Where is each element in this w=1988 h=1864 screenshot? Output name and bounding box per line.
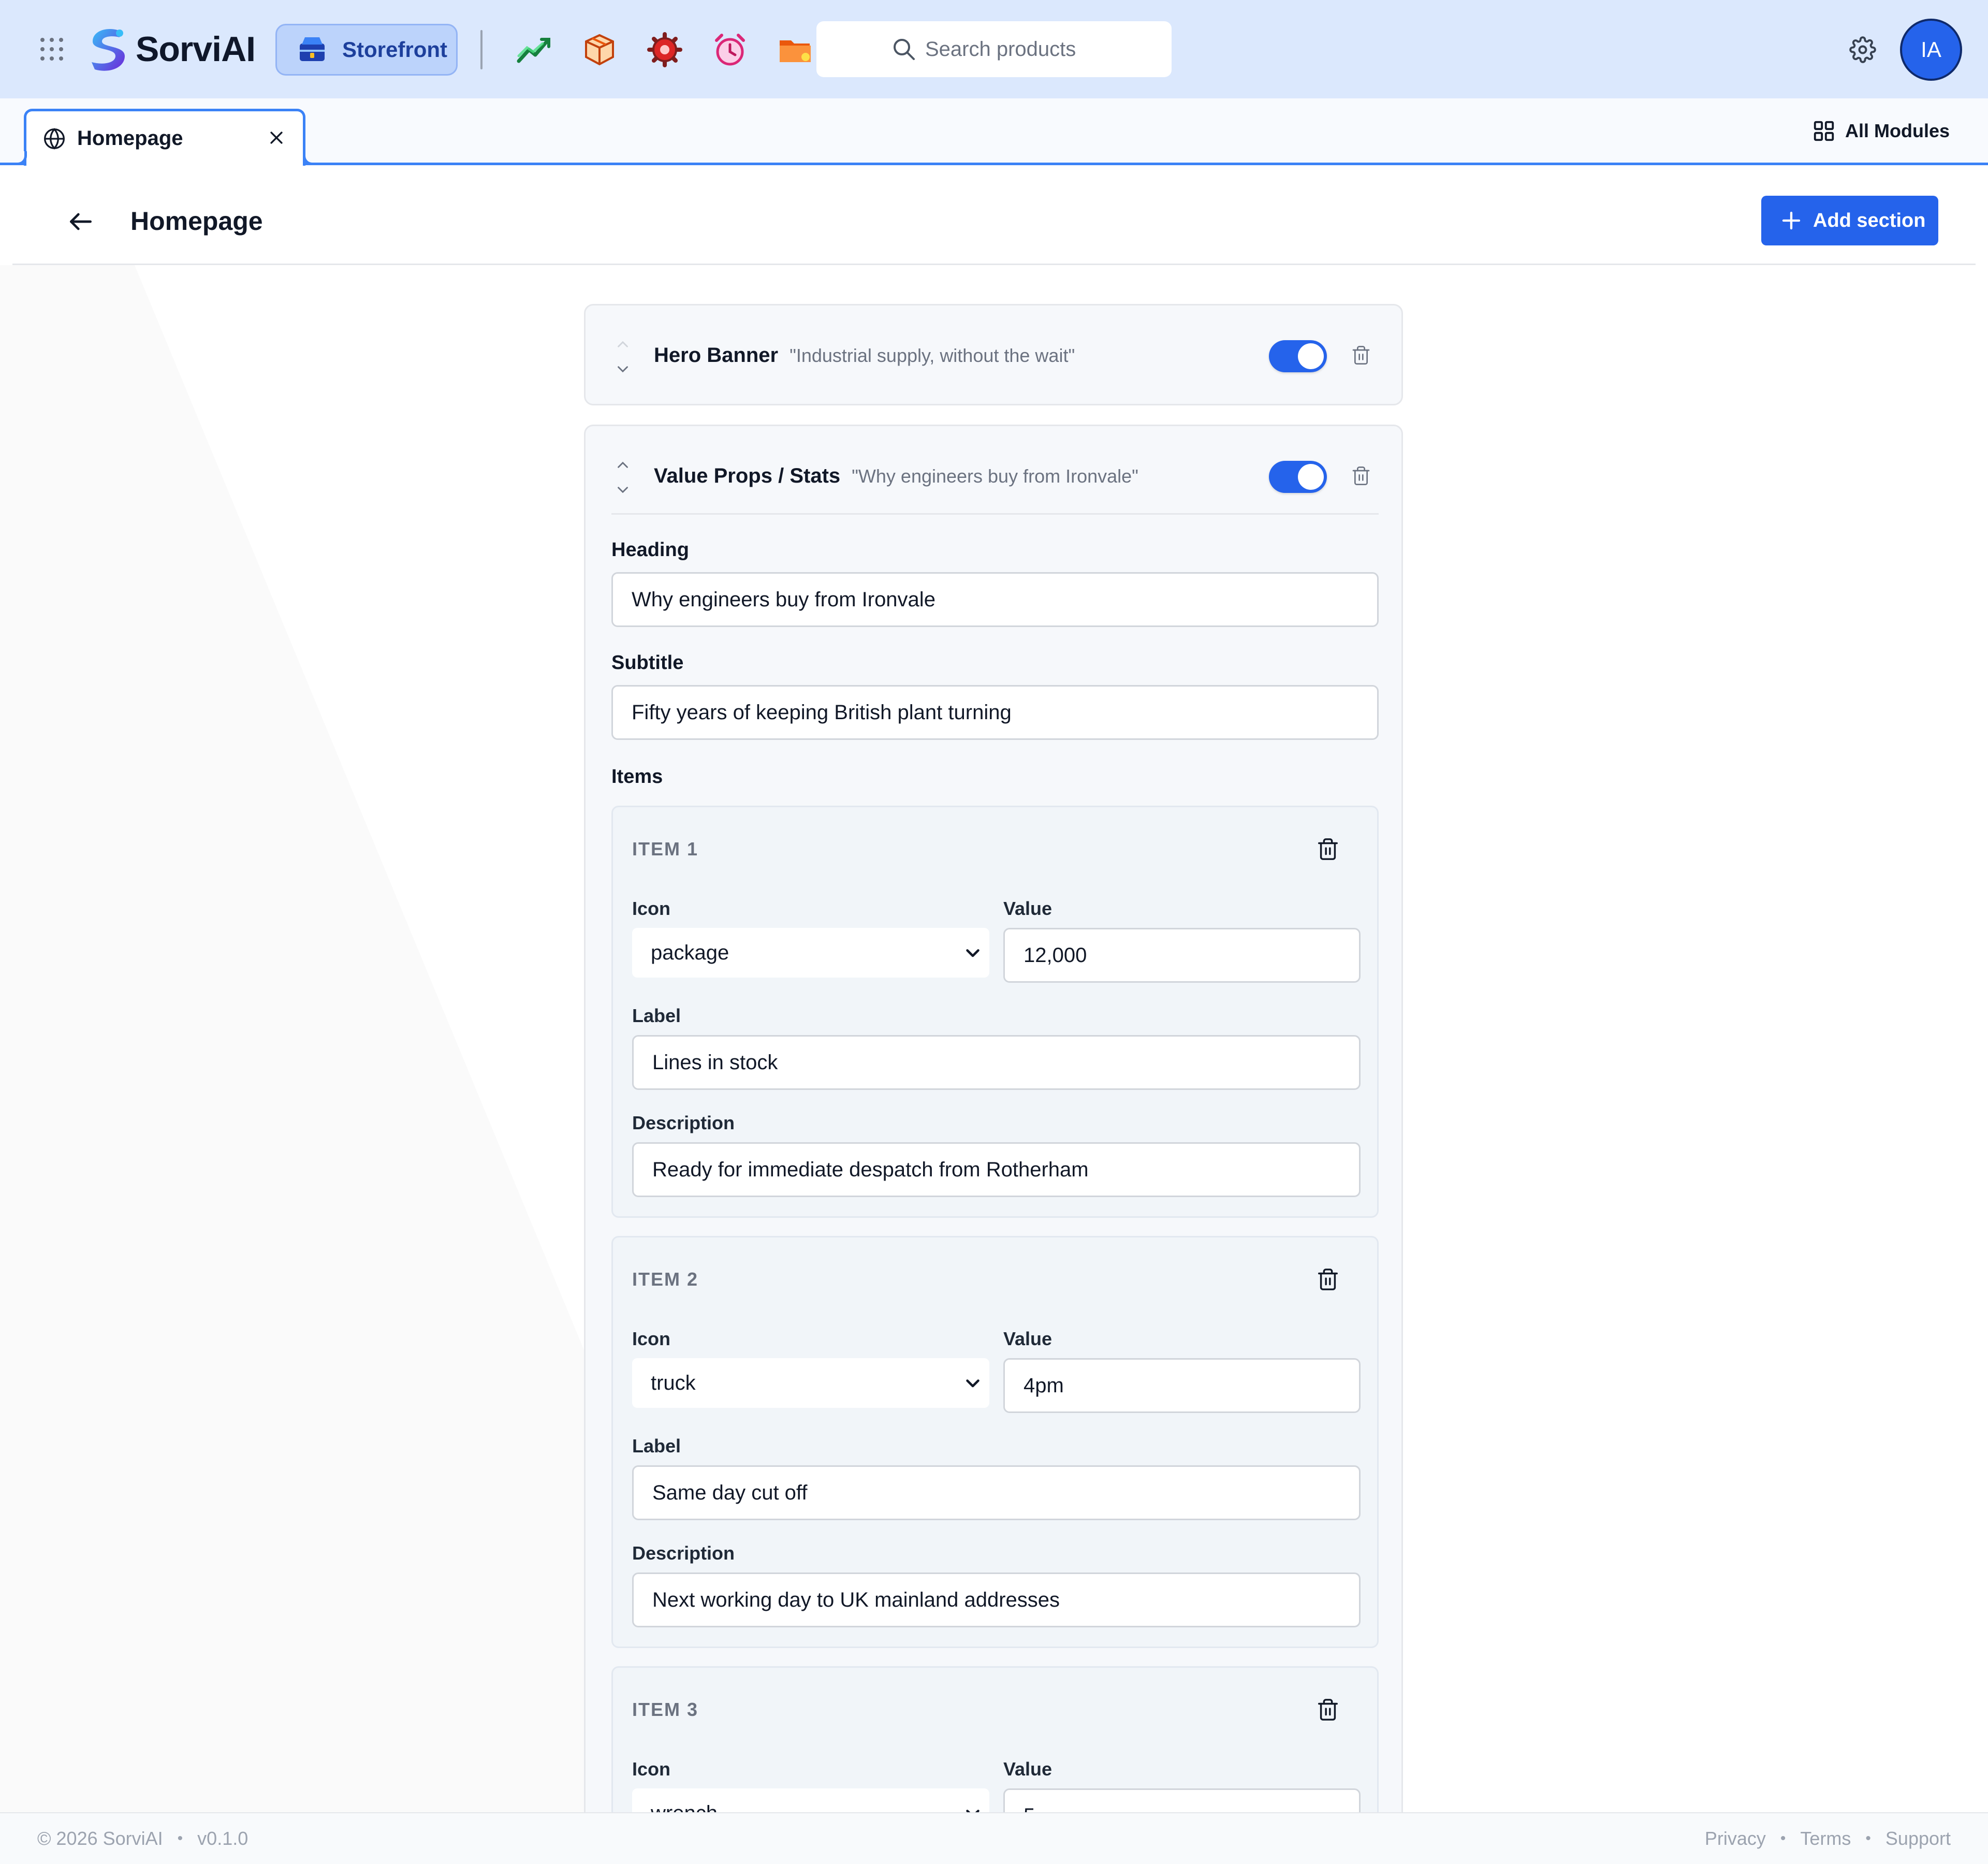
back-arrow-icon[interactable] — [66, 207, 95, 236]
move-down-icon[interactable] — [614, 360, 632, 378]
subtitle-input[interactable] — [611, 685, 1379, 740]
copyright-text: © 2026 SorviAI — [37, 1828, 163, 1849]
close-icon[interactable] — [268, 129, 285, 147]
all-modules-button[interactable]: All Modules — [1812, 119, 1950, 143]
label-input[interactable] — [632, 1035, 1361, 1090]
icon-select[interactable]: truck — [632, 1358, 989, 1408]
globe-icon — [44, 127, 65, 150]
item-title: ITEM 2 — [632, 1269, 699, 1290]
user-avatar[interactable]: IA — [1900, 19, 1962, 81]
tab-corner-left — [0, 151, 27, 165]
move-up-icon[interactable] — [614, 336, 632, 353]
description-input[interactable] — [632, 1572, 1361, 1627]
description-input[interactable] — [632, 1142, 1361, 1197]
item-card: ITEM 2 Icon Value truck Label Descriptio… — [611, 1236, 1379, 1648]
background-decoration — [0, 265, 585, 1818]
description-label: Description — [632, 1542, 735, 1564]
section-title[interactable]: Value Props / Stats "Why engineers buy fr… — [654, 464, 1138, 488]
analytics-icon[interactable] — [516, 31, 553, 68]
icon-label: Icon — [632, 898, 671, 919]
value-label: Value — [1003, 898, 1053, 919]
support-link[interactable]: Support — [1885, 1828, 1951, 1850]
icon-select-value: truck — [651, 1371, 696, 1394]
footer: © 2026 SorviAI • v0.1.0 Privacy • Terms … — [0, 1812, 1988, 1864]
search-icon — [894, 39, 915, 60]
value-input[interactable] — [1003, 928, 1361, 983]
page-title: Homepage — [130, 207, 263, 236]
package-icon[interactable] — [581, 31, 618, 68]
subtitle-label: Subtitle — [611, 652, 684, 674]
section-title[interactable]: Hero Banner "Industrial supply, without t… — [654, 344, 1075, 367]
icon-label: Icon — [632, 1328, 671, 1349]
icon-label: Icon — [632, 1758, 671, 1780]
storefront-icon — [300, 37, 325, 61]
folder-icon[interactable] — [777, 31, 814, 68]
heading-label: Heading — [611, 539, 689, 561]
section-name: Hero Banner — [654, 344, 779, 367]
item-title: ITEM 1 — [632, 838, 699, 860]
value-label: Value — [1003, 1758, 1053, 1780]
label-label: Label — [632, 1005, 681, 1026]
footer-links: Privacy • Terms • Support — [1705, 1828, 1951, 1850]
trash-icon[interactable] — [1351, 465, 1371, 486]
icon-select[interactable]: package — [632, 928, 989, 978]
label-label: Label — [632, 1435, 681, 1457]
tab-label: Homepage — [77, 127, 183, 150]
section-card-value-props: Value Props / Stats "Why engineers buy fr… — [584, 425, 1403, 1864]
chevron-down-icon — [966, 949, 980, 957]
item-title: ITEM 3 — [632, 1699, 699, 1720]
section-name: Value Props / Stats — [654, 464, 841, 487]
brand-name: SorviAI — [136, 30, 256, 69]
toolbar-divider — [480, 30, 483, 69]
privacy-link[interactable]: Privacy — [1705, 1828, 1766, 1850]
grid-icon — [1814, 121, 1834, 141]
settings-gear-icon[interactable] — [1849, 36, 1876, 63]
brand-logo[interactable]: SorviAI — [85, 26, 256, 72]
description-label: Description — [632, 1112, 735, 1133]
logo-icon — [92, 29, 125, 71]
trash-icon[interactable] — [1316, 837, 1340, 861]
storefront-module-button[interactable]: Storefront — [275, 24, 458, 76]
version-text: v0.1.0 — [197, 1828, 248, 1849]
value-input[interactable] — [1003, 1358, 1361, 1413]
header-divider — [12, 264, 1976, 265]
add-section-button[interactable]: Add section — [1761, 196, 1938, 245]
icon-select-value: package — [651, 941, 729, 964]
app-launcher-icon[interactable] — [39, 36, 65, 62]
search-input[interactable] — [925, 37, 1096, 61]
separator-dot: • — [1780, 1830, 1786, 1847]
module-label: Storefront — [342, 37, 447, 62]
tab-homepage[interactable]: Homepage — [24, 109, 305, 166]
move-up-icon[interactable] — [614, 456, 632, 474]
section-divider — [611, 513, 1379, 515]
service-gear-icon[interactable] — [646, 31, 683, 68]
alarm-clock-icon[interactable] — [711, 31, 749, 68]
trash-icon[interactable] — [1316, 1698, 1340, 1722]
section-summary: "Industrial supply, without the wait" — [790, 345, 1075, 366]
section-summary: "Why engineers buy from Ironvale" — [852, 465, 1138, 487]
value-label: Value — [1003, 1328, 1053, 1349]
items-label: Items — [611, 766, 663, 788]
separator-dot: • — [177, 1830, 183, 1847]
chevron-down-icon — [966, 1379, 980, 1388]
trash-icon[interactable] — [1316, 1268, 1340, 1291]
heading-input[interactable] — [611, 572, 1379, 627]
separator-dot: • — [1865, 1830, 1871, 1847]
label-input[interactable] — [632, 1465, 1361, 1520]
all-modules-label: All Modules — [1845, 120, 1950, 141]
item-card: ITEM 1 Icon Value package Label Descript… — [611, 806, 1379, 1218]
section-visibility-toggle[interactable] — [1269, 340, 1327, 372]
tab-corner-right — [303, 151, 330, 165]
terms-link[interactable]: Terms — [1800, 1828, 1851, 1850]
search-bar[interactable] — [816, 21, 1172, 77]
trash-icon[interactable] — [1351, 345, 1371, 366]
section-card-hero-banner: Hero Banner "Industrial supply, without t… — [584, 304, 1403, 405]
plus-icon — [1782, 211, 1801, 230]
footer-meta: © 2026 SorviAI • v0.1.0 — [37, 1828, 248, 1850]
move-down-icon[interactable] — [614, 481, 632, 499]
add-section-label: Add section — [1813, 209, 1926, 231]
top-bar: SorviAI Storefront Search products IA — [0, 0, 1988, 98]
section-visibility-toggle[interactable] — [1269, 461, 1327, 493]
